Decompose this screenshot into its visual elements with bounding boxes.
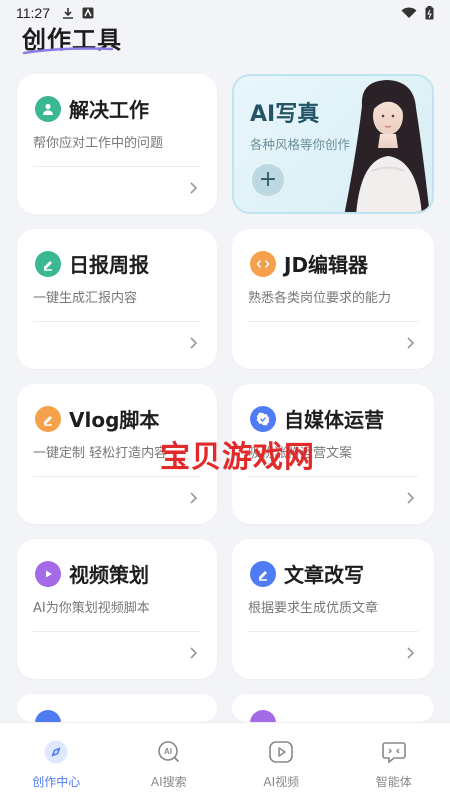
ai-portrait-card[interactable]: AI写真 各种风格等你创作 + (232, 74, 434, 214)
svg-text:AI: AI (164, 747, 172, 756)
code-icon (250, 251, 276, 277)
tool-grid: 解决工作 帮你应对工作中的问题 AI写真 各种风格等你创作 + 日报周报 一键生… (0, 0, 450, 800)
nav-item-agent[interactable]: 智能体 (338, 723, 450, 800)
divider (248, 321, 418, 322)
card-subtitle: 熟悉各类岗位要求的能力 (248, 291, 392, 306)
chat-bot-icon (381, 742, 406, 764)
compass-icon (44, 740, 68, 764)
ai-card-title: AI写真 (250, 102, 320, 127)
chevron-right-icon[interactable] (187, 180, 201, 196)
card-subtitle: 一键生成汇报内容 (33, 291, 138, 306)
chevron-right-icon[interactable] (187, 335, 201, 351)
card-title: Vlog脚本 (69, 408, 160, 432)
divider (33, 476, 201, 477)
chevron-right-icon[interactable] (404, 645, 418, 661)
divider (33, 631, 201, 632)
chevron-right-icon[interactable] (404, 490, 418, 506)
add-button[interactable]: + (252, 164, 284, 196)
ai-search-icon: AI (157, 741, 179, 763)
pen-icon (35, 406, 61, 432)
card-subtitle: 一键定制 轻松打造内容 (33, 446, 168, 461)
person-icon (35, 96, 61, 122)
chevron-right-icon[interactable] (187, 490, 201, 506)
nav-item-ai-search[interactable]: AI AI搜索 (113, 723, 226, 800)
chevron-right-icon[interactable] (187, 645, 201, 661)
ai-card-subtitle: 各种风格等你创作 (250, 137, 351, 152)
card-title: 文章改写 (284, 563, 364, 587)
card-title: 解决工作 (69, 98, 149, 122)
tool-card-partial-left[interactable] (17, 694, 217, 722)
card-title: JD编辑器 (284, 253, 369, 277)
nav-label: AI视频 (263, 775, 300, 789)
video-icon (269, 741, 294, 763)
card-title: 日报周报 (69, 253, 149, 277)
nav-item-creation-center[interactable]: 创作中心 (0, 723, 113, 800)
tool-icon (35, 710, 61, 722)
nav-item-ai-video[interactable]: AI视频 (225, 723, 338, 800)
card-subtitle: 根据要求生成优质文章 (248, 601, 379, 616)
divider (248, 476, 418, 477)
tool-card-solve-work[interactable]: 解决工作 帮你应对工作中的问题 (17, 74, 217, 214)
pen-icon (35, 251, 61, 277)
badge-icon (250, 406, 276, 432)
nav-label: AI搜索 (150, 775, 187, 789)
chevron-right-icon[interactable] (404, 335, 418, 351)
divider (33, 166, 201, 167)
card-title: 视频策划 (69, 563, 149, 587)
divider (33, 321, 201, 322)
portrait-illustration (344, 80, 430, 212)
nav-label: 智能体 (375, 775, 412, 789)
nav-label: 创作中心 (32, 775, 81, 789)
tool-card-article-rewrite[interactable]: 文章改写 根据要求生成优质文章 (232, 539, 434, 679)
play-icon (35, 561, 61, 587)
tool-card-video-planning[interactable]: 视频策划 AI为你策划视频脚本 (17, 539, 217, 679)
card-title: 自媒体运营 (284, 408, 384, 432)
tool-card-partial-right[interactable] (232, 694, 434, 722)
bottom-nav: 创作中心 AI AI搜索 AI视频 智能体 (0, 722, 450, 800)
pen-icon (250, 561, 276, 587)
card-subtitle: AI为你策划视频脚本 (33, 601, 150, 616)
divider (248, 631, 418, 632)
card-subtitle: 帮你应对工作中的问题 (33, 136, 164, 151)
watermark: 宝贝游戏网 (160, 440, 315, 475)
tool-card-daily-report[interactable]: 日报周报 一键生成汇报内容 (17, 229, 217, 369)
tool-card-jd-editor[interactable]: JD编辑器 熟悉各类岗位要求的能力 (232, 229, 434, 369)
tool-icon (250, 710, 276, 722)
